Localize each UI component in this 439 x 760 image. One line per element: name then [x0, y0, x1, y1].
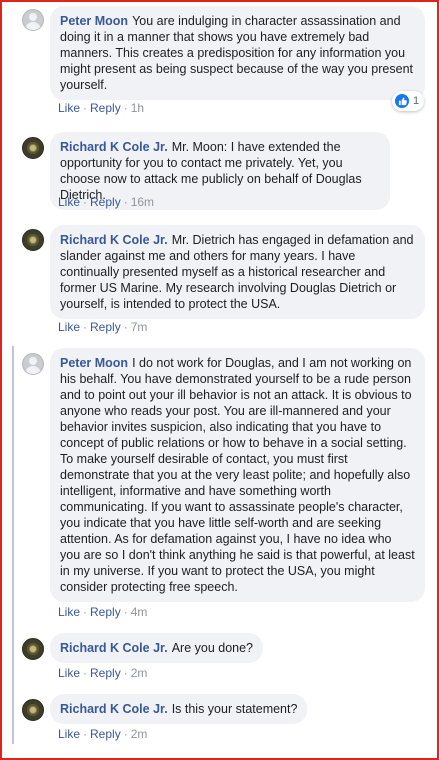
reply-thread-line — [12, 346, 14, 744]
avatar[interactable] — [22, 699, 44, 721]
comment-author[interactable]: Richard K Cole Jr. — [60, 233, 168, 247]
comment-timestamp[interactable]: 16m — [131, 195, 154, 209]
like-link[interactable]: Like — [58, 727, 80, 741]
comment-author[interactable]: Richard K Cole Jr. — [60, 702, 168, 716]
comment-bubble: Richard K Cole Jr. Are you done? — [50, 633, 263, 663]
comment-timestamp[interactable]: 2m — [131, 727, 148, 741]
like-reaction-icon — [395, 94, 409, 108]
comment-actions: Like · Reply · 1h — [58, 101, 145, 115]
reply-link[interactable]: Reply — [90, 727, 121, 741]
avatar[interactable] — [22, 229, 44, 251]
comment-actions: Like · Reply · 7m — [58, 320, 148, 334]
like-link[interactable]: Like — [58, 101, 80, 115]
comment-timestamp[interactable]: 1h — [131, 101, 144, 115]
comment-actions: Like · Reply · 2m — [58, 666, 148, 680]
comment-bubble: Peter Moon You are indulging in character… — [50, 6, 425, 100]
like-link[interactable]: Like — [58, 605, 80, 619]
avatar[interactable] — [22, 638, 44, 660]
comment-bubble: Richard K Cole Jr. Is this your statement… — [50, 694, 308, 724]
comment-actions: Like · Reply · 16m — [58, 195, 155, 209]
avatar[interactable] — [22, 137, 44, 159]
comment-bubble: Peter Moon I do not work for Douglas, and… — [50, 348, 425, 602]
avatar[interactable] — [22, 9, 44, 31]
comment-timestamp[interactable]: 4m — [131, 605, 148, 619]
default-user-icon — [29, 13, 37, 21]
reply-link[interactable]: Reply — [90, 195, 121, 209]
reaction-count-label: 1 — [413, 95, 420, 107]
comment-text: Is this your statement? — [171, 702, 298, 716]
reply-link[interactable]: Reply — [90, 666, 121, 680]
reply-link[interactable]: Reply — [90, 605, 121, 619]
reaction-count[interactable]: 1 — [392, 91, 425, 111]
comment-author[interactable]: Richard K Cole Jr. — [60, 641, 168, 655]
comment-actions: Like · Reply · 2m — [58, 727, 148, 741]
comment-actions: Like · Reply · 4m — [58, 605, 148, 619]
avatar[interactable] — [22, 353, 44, 375]
comment-timestamp[interactable]: 7m — [131, 320, 148, 334]
reply-link[interactable]: Reply — [90, 101, 121, 115]
comment-author[interactable]: Peter Moon — [60, 356, 128, 370]
default-user-icon — [29, 357, 37, 365]
comment-timestamp[interactable]: 2m — [131, 666, 148, 680]
like-link[interactable]: Like — [58, 320, 80, 334]
like-link[interactable]: Like — [58, 195, 80, 209]
comment-author[interactable]: Richard K Cole Jr. — [60, 140, 168, 154]
comment-author[interactable]: Peter Moon — [60, 14, 128, 28]
comment-text: Are you done? — [171, 641, 253, 655]
like-link[interactable]: Like — [58, 666, 80, 680]
comment-bubble: Richard K Cole Jr. Mr. Dietrich has engag… — [50, 225, 425, 319]
comment-text: I do not work for Douglas, and I am not … — [60, 356, 415, 594]
reply-link[interactable]: Reply — [90, 320, 121, 334]
